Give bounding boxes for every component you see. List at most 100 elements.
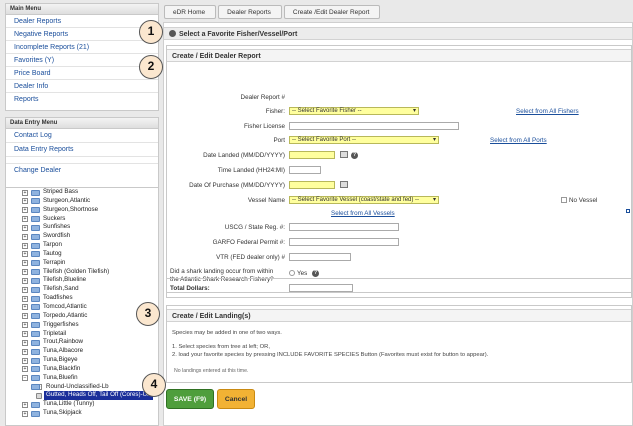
expand-icon[interactable]: + [22,295,28,302]
folder-icon [31,348,40,355]
expand-icon[interactable]: + [22,260,28,267]
menu-reports[interactable]: Reports [6,93,158,106]
vtr-input[interactable] [289,253,351,261]
calendar-icon[interactable] [340,151,348,158]
cancel-button[interactable]: Cancel [217,389,255,409]
tree-item[interactable]: + Tautog [6,250,158,259]
expand-icon[interactable]: + [22,304,28,311]
fisher-license-input[interactable] [289,122,459,130]
expand-icon[interactable]: + [22,207,28,214]
tree-item[interactable]: + Triggerfishes [6,321,158,330]
species-tree: + Striped Bass + Sturgeon,Atlantic + Sturgeon… [5,187,159,426]
select-all-ports-link[interactable]: Select from All Ports [490,137,547,144]
menu-negative-reports[interactable]: Negative Reports [6,28,158,41]
breadcrumb-home[interactable]: eDR Home [164,5,217,19]
expand-icon[interactable]: + [22,348,28,355]
help-icon[interactable]: ? [351,152,358,159]
tree-item-label: Tuna,Bigeye [43,356,78,364]
tree-item[interactable]: + Tilefish (Golden Tilefish) [6,268,158,277]
tree-item[interactable]: + Tuna,Little (Tunny) [6,400,158,409]
tree-item[interactable]: − Tuna,Bluefin [6,374,158,383]
tree-item-label: Tuna,Bluefin [43,373,78,381]
tree-item[interactable]: + Sturgeon,Shortnose [6,206,158,215]
expand-icon[interactable]: + [22,224,28,231]
menu-favorites[interactable]: Favorites (Y) [6,54,158,67]
folder-icon [31,286,40,293]
resize-handle[interactable] [626,209,630,213]
tree-item[interactable]: + Trout,Rainbow [6,338,158,347]
expand-icon[interactable]: + [22,233,28,240]
select-all-fishers-link[interactable]: Select from All Fishers [516,108,579,115]
callout-2: 2 [139,55,163,79]
tree-item[interactable]: + Tomcod,Atlantic [6,303,158,312]
favorite-section-header[interactable]: Select a Favorite Fisher/Vessel/Port [164,27,632,40]
tree-item[interactable]: +Round-Unclassified-Lb [6,383,158,392]
dealer-report-box: Create / Edit Dealer Report Dealer Repor… [166,45,632,293]
tree-item[interactable]: + Tuna,Skipjack [6,409,158,418]
select-all-vessels-link[interactable]: Select from All Vessels [331,210,395,217]
tree-item[interactable]: + Tripletail [6,330,158,339]
tree-item[interactable]: + Tilefish,Sand [6,285,158,294]
total-dollars-input[interactable] [289,284,353,292]
expand-icon[interactable]: + [22,401,28,408]
expand-icon[interactable]: + [22,357,28,364]
fisher-select[interactable]: -- Select Favorite Fisher -- [289,107,419,115]
tree-item-label: Terrapin [43,258,66,266]
garfo-input[interactable] [289,238,399,246]
expand-icon[interactable]: + [22,251,28,258]
expand-icon[interactable]: + [22,410,28,417]
tree-item[interactable]: + Toadfishes [6,294,158,303]
port-select[interactable]: -- Select Favorite Port -- [289,136,439,144]
tree-item[interactable]: + Tuna,Blackfin [6,365,158,374]
menu-dealer-info[interactable]: Dealer Info [6,80,158,93]
tree-item[interactable]: + Sunfishes [6,223,158,232]
port-label: Port [273,137,285,144]
menu-price-board[interactable]: Price Board [6,67,158,80]
tree-item[interactable]: Gutted, Heads Off, Tail Off (Cores)-Un [6,391,158,401]
main-menu-title: Main Menu [6,4,158,15]
expand-icon[interactable]: + [22,339,28,346]
menu-data-entry-reports[interactable]: Data Entry Reports [6,143,158,157]
tree-item[interactable]: + Striped Bass [6,188,158,197]
menu-change-dealer[interactable]: Change Dealer [6,164,158,178]
date-landed-input[interactable] [289,151,335,159]
expand-icon[interactable]: + [22,269,28,276]
tree-item[interactable]: + Tarpon [6,241,158,250]
folder-icon [31,189,40,196]
expand-icon[interactable]: + [22,331,28,337]
tree-item[interactable]: + Suckers [6,215,158,224]
folder-icon [31,207,40,214]
menu-contact-log[interactable]: Contact Log [6,129,158,143]
menu-incomplete-reports[interactable]: Incomplete Reports (21) [6,41,158,54]
expand-icon[interactable]: + [22,242,28,249]
shark-yes-checkbox[interactable] [289,270,295,276]
help-icon[interactable]: ? [312,270,319,277]
expand-icon[interactable]: + [22,198,28,205]
tree-item[interactable]: + Tilefish,Blueline [6,276,158,285]
folder-icon [31,242,40,249]
time-landed-input[interactable] [289,166,321,174]
favorite-section-title: Select a Favorite Fisher/Vessel/Port [179,31,298,38]
expand-icon[interactable]: + [22,189,28,196]
expand-icon[interactable]: + [22,366,28,373]
breadcrumb-dealer-reports[interactable]: Dealer Reports [218,5,282,19]
tree-item[interactable]: + Terrapin [6,259,158,268]
menu-dealer-reports[interactable]: Dealer Reports [6,15,158,28]
expand-icon[interactable]: + [22,313,28,320]
expand-icon[interactable]: + [22,216,28,223]
usco-input[interactable] [289,223,399,231]
calendar-icon[interactable] [340,181,348,188]
expand-icon[interactable]: + [22,277,28,284]
tree-item[interactable]: + Tuna,Albacore [6,347,158,356]
tree-item[interactable]: + Swordfish [6,232,158,241]
tree-item[interactable]: + Tuna,Bigeye [6,356,158,365]
folder-icon [31,216,40,223]
no-vessel-checkbox[interactable] [561,197,567,203]
date-purchase-input[interactable] [289,181,335,189]
save-button[interactable]: SAVE (F9) [166,389,214,409]
expand-icon[interactable]: + [22,286,28,293]
tree-item[interactable]: + Sturgeon,Atlantic [6,197,158,206]
expand-icon[interactable]: + [22,322,28,329]
collapse-icon[interactable]: − [22,375,28,382]
vessel-select[interactable]: -- Select Favorite Vessel (coast/state a… [289,196,439,204]
